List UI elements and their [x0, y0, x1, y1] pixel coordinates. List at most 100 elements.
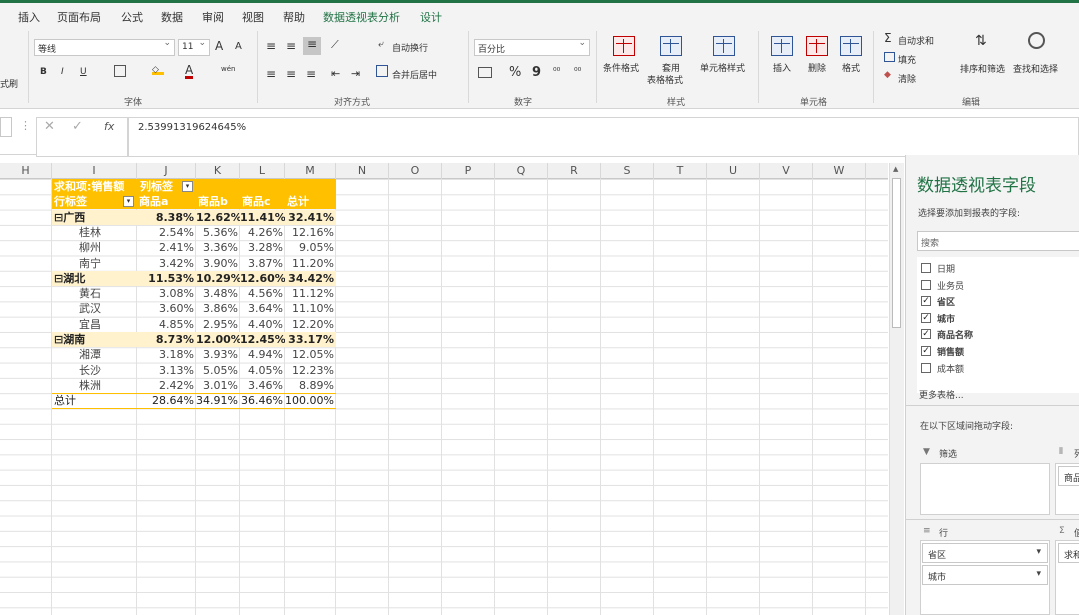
total-value[interactable]: 11.10% — [285, 301, 336, 316]
商品c-value[interactable]: 3.64% — [240, 301, 285, 316]
rows-field-item[interactable]: 省区 — [922, 543, 1048, 563]
delete-cells-icon[interactable] — [806, 36, 828, 56]
商品c-value[interactable]: 12.60% — [240, 270, 286, 286]
columns-field-item[interactable]: 商品 — [1058, 466, 1079, 486]
商品c-value[interactable]: 4.26% — [240, 225, 285, 240]
field-checkbox[interactable]: ✓ — [921, 329, 931, 340]
insert-function-button[interactable]: fx — [104, 120, 114, 133]
row-label[interactable]: 南宁 — [52, 256, 137, 271]
row-label[interactable]: 桂林 — [52, 225, 137, 240]
商品c-value[interactable]: 4.56% — [240, 286, 285, 301]
orientation-icon[interactable]: ⟋ — [331, 38, 339, 52]
tab-insert[interactable]: 插入 — [18, 9, 40, 25]
商品c-value[interactable]: 3.46% — [240, 378, 285, 393]
total-value[interactable]: 33.17% — [285, 332, 336, 347]
tab-design[interactable]: 设计 — [420, 9, 442, 25]
merge-center-button[interactable]: 合并后居中 — [392, 68, 437, 81]
商品b-value[interactable]: 5.05% — [196, 363, 240, 378]
format-as-table-line2[interactable]: 表格格式 — [647, 73, 683, 86]
商品b-value[interactable]: 2.95% — [196, 317, 240, 332]
align-right-icon[interactable]: ≡ — [306, 67, 316, 81]
column-header[interactable]: L — [240, 163, 285, 179]
field-label[interactable]: 省区 — [937, 295, 955, 308]
row-label[interactable]: ⊟湖北 — [52, 270, 137, 286]
italic-button[interactable]: I — [61, 67, 64, 77]
tab-view[interactable]: 视图 — [242, 9, 264, 25]
field-label[interactable]: 业务员 — [937, 279, 964, 292]
format-painter-label[interactable]: 式刷 — [0, 77, 18, 90]
cell-styles-button[interactable]: 单元格样式 — [700, 61, 745, 74]
grow-font-button[interactable]: A — [215, 39, 223, 53]
column-header[interactable]: P — [442, 163, 495, 179]
total-value[interactable]: 12.16% — [285, 225, 336, 240]
total-value[interactable]: 9.05% — [285, 240, 336, 255]
商品c-value[interactable]: 12.45% — [240, 332, 286, 347]
商品b-value[interactable]: 12.62% — [196, 209, 242, 225]
商品a-value[interactable]: 8.38% — [137, 209, 196, 225]
field-checkbox[interactable] — [921, 279, 931, 290]
field-label[interactable]: 销售额 — [937, 345, 964, 358]
column-header[interactable]: S — [601, 163, 654, 179]
field-checkbox[interactable]: ✓ — [921, 346, 931, 356]
column-header[interactable]: J — [137, 163, 196, 179]
商品c-value[interactable]: 36.46% — [240, 393, 285, 408]
row-label[interactable]: 武汉 — [52, 301, 137, 316]
row-filter-dropdown-icon[interactable]: ▾ — [123, 196, 134, 208]
field-checkbox[interactable]: ✓ — [921, 296, 931, 307]
商品c-value[interactable]: 4.40% — [240, 317, 285, 332]
商品b-value[interactable]: 34.91% — [196, 393, 240, 408]
column-header[interactable]: K — [196, 163, 240, 179]
align-middle-icon[interactable]: ≡ — [286, 39, 296, 53]
decrease-indent-icon[interactable]: ⇤ — [331, 67, 340, 80]
delete-cells-button[interactable]: 删除 — [808, 61, 826, 74]
column-header-item[interactable]: 总计 — [285, 194, 336, 210]
cancel-icon[interactable]: ✕ — [44, 119, 55, 134]
comma-button[interactable]: 9 — [532, 65, 541, 80]
field-checkbox[interactable] — [921, 362, 931, 373]
商品b-value[interactable]: 5.36% — [196, 225, 240, 240]
scrollbar-thumb[interactable] — [892, 178, 901, 328]
商品c-value[interactable]: 3.87% — [240, 256, 285, 271]
align-bottom-icon[interactable]: ≡ — [303, 37, 321, 55]
align-center-icon[interactable]: ≡ — [286, 67, 296, 81]
formula-input-box[interactable] — [128, 117, 1079, 157]
insert-cells-button[interactable]: 插入 — [773, 61, 791, 74]
decrease-decimal-icon[interactable]: ⁰⁰ — [574, 67, 581, 77]
total-value[interactable]: 12.23% — [285, 363, 336, 378]
row-label[interactable]: 总计 — [52, 393, 137, 408]
tab-page-layout[interactable]: 页面布局 — [57, 9, 101, 25]
column-header[interactable]: U — [707, 163, 760, 179]
values-field-item[interactable]: 求和 — [1058, 543, 1079, 563]
column-header[interactable]: V — [760, 163, 813, 179]
商品b-value[interactable]: 12.00% — [196, 332, 242, 347]
商品a-value[interactable]: 4.85% — [137, 317, 196, 332]
total-value[interactable]: 11.20% — [285, 256, 336, 271]
insert-cells-icon[interactable] — [771, 36, 793, 56]
shrink-font-button[interactable]: A — [235, 41, 242, 52]
商品a-value[interactable]: 2.54% — [137, 225, 196, 240]
row-label[interactable]: 柳州 — [52, 240, 137, 255]
column-header-item[interactable]: 商品c — [240, 194, 285, 210]
商品b-value[interactable]: 3.86% — [196, 301, 240, 316]
values-drop-area[interactable]: 求和 — [1055, 540, 1079, 615]
format-cells-icon[interactable] — [840, 36, 862, 56]
fill-button[interactable]: 填充 — [898, 53, 916, 66]
find-select-button[interactable]: 查找和选择 — [1013, 62, 1058, 75]
pivot-value-field-label[interactable]: 求和项:销售额 — [52, 179, 137, 194]
total-value[interactable]: 12.05% — [285, 347, 336, 362]
商品b-value[interactable]: 3.48% — [196, 286, 240, 301]
column-header[interactable]: R — [548, 163, 601, 179]
tab-pivot-analyze[interactable]: 数据透视表分析 — [323, 9, 400, 25]
column-filter-dropdown-icon[interactable]: ▾ — [182, 181, 193, 192]
column-header-item[interactable]: 商品b — [196, 194, 240, 210]
column-header[interactable]: W — [813, 163, 866, 179]
filter-drop-area[interactable] — [920, 463, 1050, 515]
商品c-value[interactable]: 4.05% — [240, 363, 285, 378]
format-as-table-icon[interactable] — [660, 36, 682, 56]
total-value[interactable]: 32.41% — [285, 209, 336, 225]
rows-field-item[interactable]: 城市 — [922, 565, 1048, 585]
column-header[interactable]: Q — [495, 163, 548, 179]
row-label[interactable]: 湘潭 — [52, 347, 137, 362]
total-value[interactable]: 34.42% — [285, 270, 336, 286]
商品b-value[interactable]: 10.29% — [196, 270, 242, 286]
